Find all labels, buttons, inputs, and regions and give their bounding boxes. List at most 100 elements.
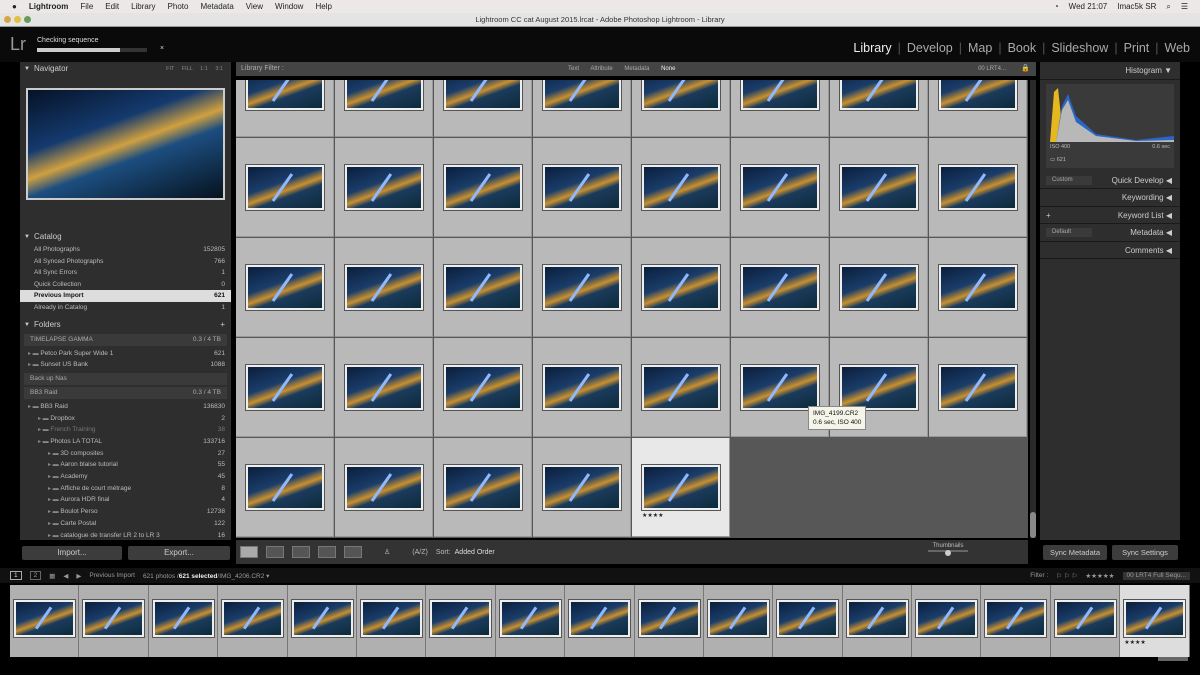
module-print[interactable]: Print — [1124, 41, 1150, 55]
folder-item[interactable]: Aaron blaise tutorial 55 — [20, 459, 231, 471]
photo-thumbnail[interactable] — [642, 165, 720, 210]
photo-thumbnail[interactable] — [543, 265, 621, 310]
filmstrip-thumbnail[interactable] — [777, 600, 839, 637]
photo-thumbnail[interactable] — [840, 365, 918, 410]
photo-thumbnail[interactable] — [840, 265, 918, 310]
volume-header[interactable]: Back up Nas — [24, 372, 227, 385]
grid-cell[interactable] — [533, 80, 631, 137]
grid-cell[interactable] — [236, 238, 334, 337]
sort-select[interactable]: Added Order — [455, 549, 495, 556]
filter-preset[interactable]: 00 LRT4... — [978, 62, 1006, 76]
filmstrip-thumbnail[interactable] — [1124, 600, 1186, 637]
catalog-item[interactable]: All Sync Errors 1 — [20, 267, 231, 279]
volume-header[interactable]: TIMELAPSE GAMMA 0.3 / 4 TB — [24, 333, 227, 346]
add-folder-icon[interactable]: + — [220, 318, 225, 332]
folder-item[interactable]: Boulot Perso 12738 — [20, 506, 231, 518]
filmstrip-cell[interactable] — [79, 585, 149, 657]
photo-thumbnail[interactable] — [345, 365, 423, 410]
survey-view-icon[interactable] — [318, 546, 336, 558]
catalog-item[interactable]: Already in Catalog 1 — [20, 302, 231, 314]
module-book[interactable]: Book — [1008, 41, 1037, 55]
rating-filter[interactable]: ★★★★★ — [1085, 572, 1114, 580]
photo-thumbnail[interactable] — [642, 80, 720, 110]
filmstrip-cell[interactable] — [287, 585, 357, 657]
filmstrip-cell[interactable] — [426, 585, 496, 657]
filmstrip-thumbnail[interactable] — [222, 600, 284, 637]
folder-item[interactable]: Aurora HDR final 4 — [20, 494, 231, 506]
photo-thumbnail[interactable] — [741, 165, 819, 210]
grid-cell[interactable] — [434, 80, 532, 137]
grid-cell[interactable] — [236, 138, 334, 237]
filmstrip-cell[interactable] — [634, 585, 704, 657]
catalog-item[interactable]: Quick Collection 0 — [20, 279, 231, 291]
sort-direction-icon[interactable]: (A/Z) — [412, 549, 428, 556]
photo-thumbnail[interactable] — [345, 165, 423, 210]
grid-cell[interactable] — [533, 238, 631, 337]
thumbnail-size-slider[interactable]: Thumbnails — [928, 543, 968, 556]
menu-library[interactable]: Library — [131, 2, 155, 11]
folder-item[interactable]: BB3 Raid 136830 — [20, 401, 231, 413]
keyword-list-header[interactable]: + Keyword List ◀ — [1040, 207, 1180, 224]
filmstrip-cell[interactable] — [495, 585, 566, 657]
photo-thumbnail[interactable] — [246, 265, 324, 310]
photo-thumbnail[interactable] — [939, 265, 1017, 310]
filter-attribute[interactable]: Attribute — [590, 66, 612, 72]
filmstrip-cell[interactable] — [218, 585, 288, 657]
photo-thumbnail[interactable] — [444, 365, 522, 410]
grid-cell[interactable] — [929, 80, 1027, 137]
lock-icon[interactable]: 🔒 — [1021, 62, 1030, 76]
loupe-view-icon[interactable] — [266, 546, 284, 558]
grid-cell[interactable] — [335, 80, 433, 137]
menu-help[interactable]: Help — [315, 2, 331, 11]
photo-thumbnail[interactable] — [939, 365, 1017, 410]
navigator-preview[interactable] — [26, 88, 225, 200]
grid-cell[interactable] — [632, 238, 730, 337]
filmstrip-thumbnail[interactable] — [1054, 600, 1116, 637]
sync-settings-button[interactable]: Sync Settings — [1112, 545, 1178, 560]
grid-cell[interactable] — [434, 138, 532, 237]
user-name[interactable]: Imac5k SR — [1117, 2, 1156, 11]
menu-view[interactable]: View — [246, 2, 263, 11]
photo-thumbnail[interactable] — [939, 165, 1017, 210]
filmstrip-thumbnail[interactable] — [707, 600, 769, 637]
filter-text[interactable]: Text — [568, 66, 579, 72]
grid-cell[interactable] — [929, 138, 1027, 237]
grid-cell[interactable] — [434, 338, 532, 437]
menu-app[interactable]: Lightroom — [29, 2, 69, 11]
filmstrip-cell[interactable] — [773, 585, 843, 657]
cancel-task-icon[interactable]: × — [160, 45, 164, 52]
filmstrip-thumbnail[interactable] — [985, 600, 1047, 637]
metadata-preset-select[interactable]: Default — [1046, 228, 1092, 237]
wifi-icon[interactable]: ◔ — [1054, 2, 1059, 11]
filmstrip-thumbnail[interactable] — [291, 600, 353, 637]
menu-edit[interactable]: Edit — [105, 2, 119, 11]
photo-thumbnail[interactable] — [246, 365, 324, 410]
people-view-icon[interactable] — [344, 546, 362, 558]
photo-thumbnail[interactable] — [543, 465, 621, 510]
filmstrip-cell[interactable] — [703, 585, 774, 657]
quick-develop-header[interactable]: Custom Quick Develop ◀ — [1040, 172, 1180, 189]
grid-cell[interactable] — [929, 338, 1027, 437]
compare-view-icon[interactable] — [292, 546, 310, 558]
grid-cell[interactable] — [632, 80, 730, 137]
volume-header[interactable]: BB3 Raid 0.3 / 4 TB — [24, 386, 227, 399]
menu-metadata[interactable]: Metadata — [200, 2, 233, 11]
photo-thumbnail[interactable] — [741, 265, 819, 310]
minimize-window-button[interactable] — [14, 16, 21, 23]
grid-cell[interactable] — [731, 238, 829, 337]
grid-cell[interactable] — [929, 238, 1027, 337]
grid-cell[interactable] — [434, 238, 532, 337]
page-2-button[interactable]: 2 — [29, 571, 42, 580]
filmstrip-cell[interactable]: ★★★★ — [1120, 585, 1190, 657]
grid-cell[interactable] — [236, 338, 334, 437]
grid-scrollbar[interactable] — [1030, 80, 1036, 538]
photo-thumbnail[interactable] — [741, 365, 819, 410]
folder-item[interactable]: French Training 38 — [20, 424, 231, 436]
filmstrip-thumbnail[interactable] — [14, 600, 75, 637]
photo-thumbnail[interactable] — [642, 465, 720, 510]
filter-none[interactable]: None — [661, 66, 675, 72]
grid-cell[interactable]: ★★★★ — [632, 438, 730, 537]
filmstrip-cell[interactable] — [1050, 585, 1121, 657]
page-1-button[interactable]: 1 — [10, 571, 22, 580]
grid-cell[interactable] — [335, 138, 433, 237]
